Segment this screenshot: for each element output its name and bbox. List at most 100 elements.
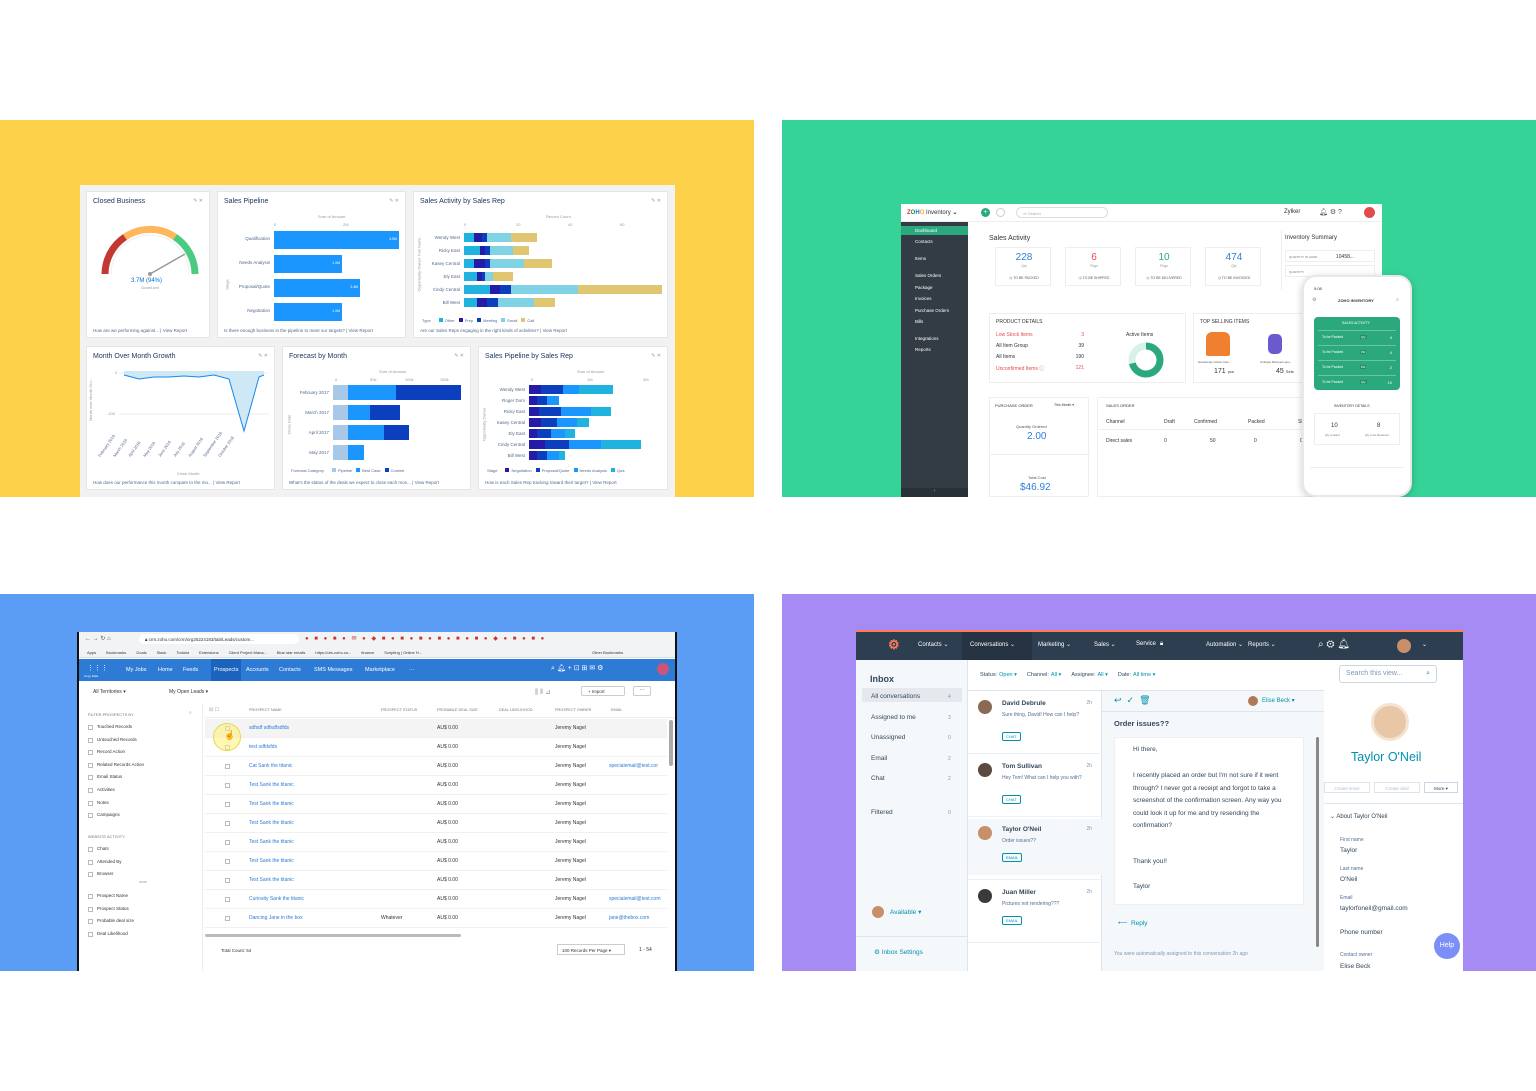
prospect-name[interactable]: Test Sank the titanic bbox=[249, 820, 294, 826]
table-row[interactable]: Test Sank the titanic AU$ 0.00 Jeremy Nage… bbox=[205, 833, 667, 852]
more-button[interactable]: ··· bbox=[633, 686, 651, 696]
header-icons[interactable]: ⊟ ☐ bbox=[209, 707, 219, 713]
nav-arrows[interactable]: ← → ↻ ⌂ bbox=[85, 635, 111, 642]
edit-icon[interactable]: ✎ ✕ bbox=[193, 198, 203, 204]
search-input[interactable]: Search this view... ⌕ bbox=[1339, 665, 1437, 683]
prospect-name[interactable]: Cat Sank the titanic bbox=[249, 763, 292, 769]
settings-link[interactable]: ⚙ Inbox Settings bbox=[874, 948, 923, 956]
nav-icons[interactable]: ⌕ 🔔︎ + ⊡ ⊞ ✉ ⚙ bbox=[551, 664, 603, 673]
folder-label[interactable]: All conversations bbox=[871, 693, 920, 700]
table-row[interactable]: Test Sank the titanic AU$ 0.00 Jeremy Nage… bbox=[205, 776, 667, 795]
row-checkbox[interactable] bbox=[225, 802, 230, 807]
table-row[interactable]: Test Sank the titanic AU$ 0.00 Jeremy Nage… bbox=[205, 871, 667, 890]
table-row[interactable]: test sdfdsfds AU$ 0.00 Jeremy Nagel bbox=[205, 738, 667, 757]
prospect-name[interactable]: sdfsdf sdfsdfsdfds bbox=[249, 725, 289, 731]
extension-icons[interactable]: ● ■ ● ■ ● ✉ ● ◆ ■ ● ■ ● ■ ● ■ ● ■ ● ■ ● … bbox=[305, 635, 546, 642]
email-value[interactable]: taylorfoneil@gmail.com bbox=[1340, 905, 1408, 912]
nav-tab[interactable]: Home bbox=[155, 659, 176, 681]
bookmark-item[interactable]: Blue star emails bbox=[277, 650, 305, 655]
mobile-row[interactable]: To be Packed Qty 4 bbox=[1318, 330, 1396, 341]
conversation-item[interactable]: Juan Miller 2h Pictures not rendering??? EM… bbox=[968, 883, 1102, 943]
mobile-row[interactable]: To be Packed Pkt 2 bbox=[1318, 360, 1396, 371]
filter-checkbox[interactable] bbox=[88, 762, 93, 768]
row-checkbox[interactable] bbox=[225, 878, 230, 883]
bookmark-item[interactable]: finance bbox=[361, 650, 374, 655]
bookmark-item[interactable]: Todoist bbox=[176, 650, 189, 655]
sidebar-item[interactable]: Invoices bbox=[915, 296, 932, 301]
bookmark-item[interactable]: Goals bbox=[136, 650, 146, 655]
folder-label[interactable]: Filtered bbox=[871, 809, 893, 816]
detail-label[interactable]: All Item Group bbox=[996, 343, 1028, 349]
pagination[interactable]: 1 - 54 bbox=[639, 947, 652, 953]
bookmark-item[interactable]: Extensions bbox=[199, 650, 219, 655]
mobile-tabbar[interactable] bbox=[1310, 467, 1404, 479]
card-footer[interactable]: How are we performing against... | View … bbox=[93, 328, 187, 333]
filter-checkbox[interactable] bbox=[88, 919, 93, 925]
per-page-select[interactable]: 100 Records Per Page ▾ bbox=[557, 944, 625, 955]
activity-card[interactable]: 228 Qty ◷ TO BE PACKED bbox=[995, 247, 1051, 286]
filter-search-icon[interactable]: ⌕ bbox=[189, 710, 192, 716]
folder-label[interactable]: Unassigned bbox=[871, 734, 905, 741]
sidebar-item[interactable]: Purchase Orders bbox=[915, 308, 949, 313]
sidebar-item[interactable]: Reports bbox=[915, 347, 931, 352]
conversation-item[interactable]: David Debrule 2h Sure thing, David! How ca… bbox=[968, 694, 1102, 754]
edit-icon[interactable]: ✎ ✕ bbox=[389, 198, 399, 204]
prospect-name[interactable]: Test Sank the titanic bbox=[249, 877, 294, 883]
activity-card[interactable]: 6 Pkgs ◷ TO BE SHIPPED bbox=[1065, 247, 1121, 286]
row-checkbox[interactable] bbox=[225, 821, 230, 826]
add-button[interactable]: + bbox=[981, 208, 990, 217]
apps-icon[interactable]: ⋮⋮⋮ bbox=[87, 664, 108, 672]
card-footer[interactable]: What's the status of the deals we expect… bbox=[289, 480, 439, 485]
nav-tab[interactable]: Prospects bbox=[211, 659, 242, 681]
first-name-value[interactable]: Taylor bbox=[1340, 847, 1357, 854]
table-row[interactable]: Curiosity Sank the titanic AU$ 0.00 Jeremy… bbox=[205, 890, 667, 909]
nav-tab[interactable]: Contacts bbox=[276, 659, 304, 681]
nav-item[interactable]: Reports ⌄ bbox=[1248, 641, 1276, 648]
last-name-value[interactable]: O'Neil bbox=[1340, 876, 1358, 883]
row-checkbox[interactable] bbox=[225, 840, 230, 845]
column-header[interactable]: EMAIL bbox=[611, 708, 622, 712]
nav-item[interactable]: Sales ⌄ bbox=[1094, 641, 1116, 648]
filter-checkbox[interactable] bbox=[88, 894, 93, 899]
column-header[interactable]: PROBABLE DEAL SIZE bbox=[437, 708, 478, 712]
detail-label[interactable]: Low Stock Items bbox=[996, 332, 1033, 338]
prospect-name[interactable]: test sdfdsfds bbox=[249, 744, 277, 750]
prospect-name[interactable]: Curiosity Sank the titanic bbox=[249, 896, 304, 902]
activity-card[interactable]: 474 Qty ◷ TO BE INVOICED bbox=[1205, 247, 1261, 286]
mobile-settings-icon[interactable]: ⚙ bbox=[1312, 297, 1316, 303]
card-footer[interactable]: How is each Sales Rep tracking toward th… bbox=[485, 480, 617, 485]
territory-select[interactable]: All Territories ▾ bbox=[93, 689, 126, 695]
h-scrollbar[interactable] bbox=[205, 934, 461, 937]
toolbar-icons[interactable]: ↩ ✓ 🗑︎ bbox=[1114, 695, 1151, 706]
bookmark-item[interactable]: Scripting | Online H... bbox=[384, 650, 422, 655]
thread-scrollbar[interactable] bbox=[1316, 737, 1319, 947]
nav-item[interactable]: Marketing ⌄ bbox=[1038, 641, 1071, 648]
po-period[interactable]: This Month ▾ bbox=[1054, 403, 1074, 407]
sidebar-item[interactable]: Integrations bbox=[915, 336, 939, 341]
table-row[interactable]: Test Sank the titanic AU$ 0.00 Jeremy Nage… bbox=[205, 814, 667, 833]
about-header[interactable]: ⌄ About Taylor O'Neil bbox=[1330, 813, 1387, 820]
filter-checkbox[interactable] bbox=[88, 775, 93, 781]
table-row[interactable]: Dancing Jane in the box Whatever AU$ 0.00 J… bbox=[205, 909, 667, 928]
activity-card[interactable]: 10 Pkgs ◷ TO BE DELIVERED bbox=[1135, 247, 1191, 286]
table-row[interactable]: Test Sank the titanic AU$ 0.00 Jeremy Nage… bbox=[205, 852, 667, 871]
prospect-email[interactable]: specialemail@test.cor bbox=[609, 763, 667, 769]
row-checkbox[interactable] bbox=[225, 897, 230, 902]
card-footer[interactable]: Is there enough business in the pipeline… bbox=[224, 328, 373, 333]
collapse-icon[interactable]: ‹ bbox=[901, 488, 968, 497]
conversation-item[interactable]: Tom Sullivan 2h Hey Tom! What can I help y… bbox=[968, 757, 1102, 817]
assignee-select[interactable]: Elise Beck ▾ bbox=[1262, 697, 1295, 704]
card-footer[interactable]: Are our Sales Reps engaging in the right… bbox=[420, 328, 567, 333]
prospect-name[interactable]: Test Sank the titanic bbox=[249, 858, 294, 864]
prospect-email[interactable]: jane@thebox.com bbox=[609, 915, 667, 921]
hubspot-logo[interactable]: ⚙ bbox=[888, 637, 900, 653]
nav-tab[interactable]: Marketplace bbox=[362, 659, 398, 681]
nav-tab[interactable]: ··· bbox=[406, 659, 418, 681]
nav-tab[interactable]: My Jobs bbox=[123, 659, 149, 681]
create-deal-button[interactable]: Create deal bbox=[1374, 782, 1420, 793]
available-status[interactable]: Available ▾ bbox=[890, 908, 921, 916]
edit-icon[interactable]: ✎ ✕ bbox=[258, 353, 268, 359]
url-bar[interactable]: 🔒︎ crm.zoho.com/crm/org2522418​3/tab/Lea… bbox=[139, 634, 299, 644]
toolbar-icons[interactable]: ⫼ ⫴ ⊿ bbox=[535, 688, 551, 697]
column-header[interactable]: DEAL LIKELIHOOD bbox=[499, 708, 533, 712]
